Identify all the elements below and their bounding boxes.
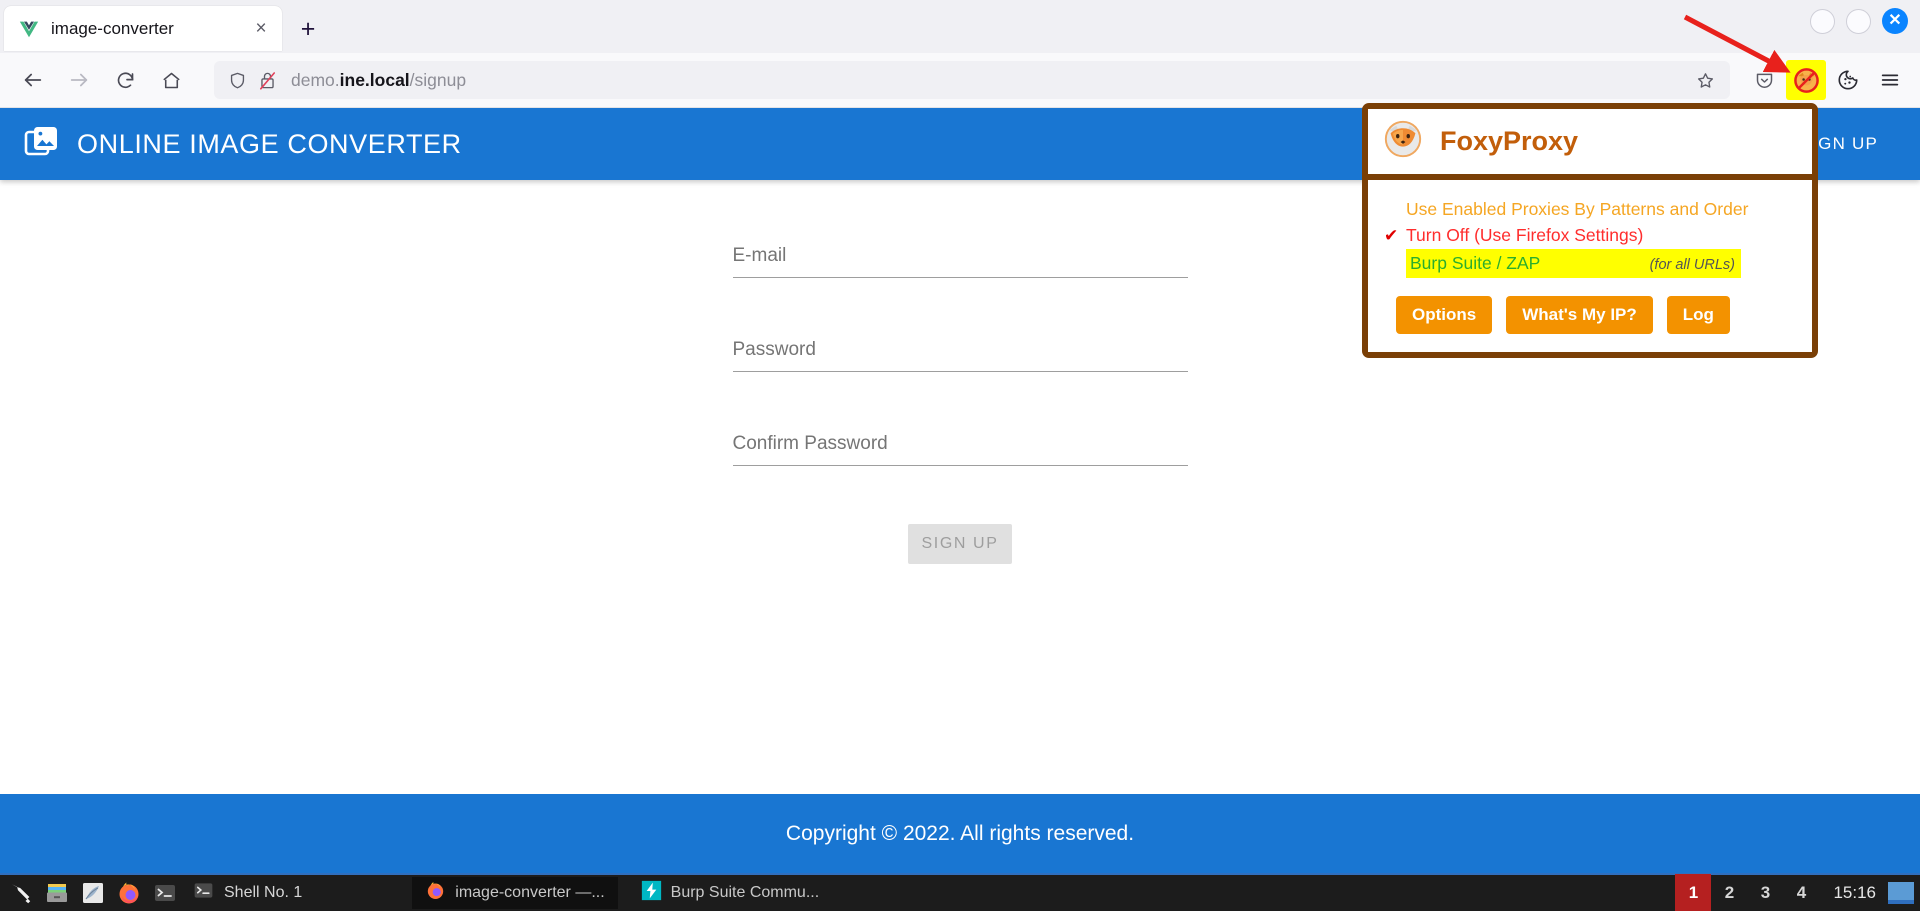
taskbar-window-label: Burp Suite Commu... (670, 884, 820, 901)
password-field-wrap (732, 336, 1188, 372)
taskbar-clock: 15:16 (1833, 883, 1876, 902)
foxyproxy-buttons: Options What's My IP? Log (1384, 296, 1796, 335)
desktop-switch-1[interactable]: 1 (1675, 874, 1712, 911)
browser-tab-title: image-converter (51, 18, 174, 38)
url-text: demo.ine.local/signup (291, 69, 467, 90)
confirm-password-field[interactable] (732, 430, 1188, 466)
back-icon[interactable] (12, 59, 54, 101)
site-brand-title: ONLINE IMAGE CONVERTER (77, 128, 462, 159)
fox-head-icon (1382, 118, 1424, 165)
taskbar-window-firefox[interactable]: image-converter —... (412, 877, 618, 909)
email-field[interactable] (732, 242, 1188, 278)
foxyproxy-log-button[interactable]: Log (1666, 296, 1730, 335)
desktop-switch-4[interactable]: 4 (1783, 874, 1819, 911)
foxyproxy-whats-my-ip-button[interactable]: What's My IP? (1506, 296, 1653, 335)
maximize-circle-icon[interactable] (1846, 8, 1871, 34)
foxyproxy-popup: FoxyProxy Use Enabled Proxies By Pattern… (1362, 103, 1818, 359)
foxyproxy-option-highlight: Burp Suite / ZAP (for all URLs) (1406, 248, 1741, 279)
foxyproxy-title: FoxyProxy (1440, 126, 1579, 156)
copyright-text: Copyright © 2022. All rights reserved. (785, 821, 1135, 845)
file-manager-icon[interactable] (44, 880, 70, 906)
foxyproxy-option-patterns[interactable]: Use Enabled Proxies By Patterns and Orde… (1384, 196, 1796, 222)
image-stack-icon (24, 124, 60, 165)
forward-icon[interactable] (58, 59, 100, 101)
bookmark-star-icon[interactable] (1688, 64, 1722, 96)
text-editor-icon[interactable] (80, 880, 106, 906)
foxyproxy-popup-body: Use Enabled Proxies By Patterns and Orde… (1368, 180, 1812, 353)
shield-icon[interactable] (228, 71, 247, 90)
foxyproxy-icon[interactable] (1786, 60, 1826, 100)
taskbar-window-burpsuite[interactable]: Burp Suite Commu... (628, 877, 833, 909)
burp-suite-icon (641, 880, 662, 906)
signup-submit-button[interactable]: SIGN UP (908, 524, 1012, 564)
checkmark-icon: ✔ (1384, 225, 1399, 245)
taskbar-window-label: image-converter —... (455, 884, 605, 901)
browser-toolbar-icons (1744, 60, 1920, 100)
desktop-switch-3[interactable]: 3 (1747, 874, 1783, 911)
foxyproxy-option-turn-off[interactable]: ✔ Turn Off (Use Firefox Settings) (1384, 222, 1796, 248)
foxyproxy-option-burp-suite[interactable]: Burp Suite / ZAP (for all URLs) (1384, 248, 1796, 279)
terminal-icon[interactable] (152, 880, 178, 906)
taskbar-shell-label: Shell No. 1 (224, 884, 303, 901)
desktop-switch-2[interactable]: 2 (1711, 874, 1747, 911)
browser-nav-toolbar: demo.ine.local/signup (0, 53, 1920, 108)
new-tab-button[interactable]: + (290, 11, 326, 47)
foxyproxy-options-button[interactable]: Options (1396, 296, 1493, 335)
show-desktop-icon[interactable] (1888, 882, 1914, 904)
home-icon[interactable] (150, 59, 192, 101)
confirm-password-field-wrap (732, 430, 1188, 466)
screen: image-converter × + ✕ demo.ine.local/sig… (0, 0, 1920, 911)
password-field[interactable] (732, 336, 1188, 372)
foxyproxy-option-label: Use Enabled Proxies By Patterns and Orde… (1406, 199, 1749, 219)
minimize-circle-icon[interactable] (1810, 8, 1835, 34)
browser-tab-strip: image-converter × + ✕ (0, 0, 1920, 53)
wrench-icon[interactable] (8, 880, 34, 906)
pocket-icon[interactable] (1744, 60, 1784, 100)
site-footer: Copyright © 2022. All rights reserved. (0, 794, 1920, 873)
taskbar-right: 1 2 3 4 15:16 (1675, 874, 1920, 911)
firefox-icon[interactable] (116, 880, 142, 906)
site-brand[interactable]: ONLINE IMAGE CONVERTER (24, 124, 462, 165)
browser-tab[interactable]: image-converter × (4, 6, 282, 51)
foxyproxy-option-note: (for all URLs) (1649, 256, 1735, 273)
taskbar-shell-entry[interactable]: Shell No. 1 (192, 879, 302, 907)
foxyproxy-popup-header: FoxyProxy (1368, 109, 1812, 180)
close-icon[interactable]: × (248, 16, 274, 42)
hamburger-menu-icon[interactable] (1870, 60, 1910, 100)
url-bar[interactable]: demo.ine.local/signup (214, 61, 1730, 99)
foxyproxy-option-label: Burp Suite / ZAP (1410, 252, 1541, 273)
firefox-icon (425, 880, 446, 906)
email-field-wrap (732, 242, 1188, 278)
window-controls: ✕ (1810, 8, 1908, 34)
cookie-icon[interactable] (1828, 60, 1868, 100)
desktop-taskbar: Shell No. 1 image-converter —... Burp Su… (0, 873, 1920, 911)
foxyproxy-option-label: Turn Off (Use Firefox Settings) (1406, 225, 1644, 246)
reload-icon[interactable] (104, 59, 146, 101)
broken-lock-icon[interactable] (258, 70, 277, 91)
vue-logo-icon (18, 18, 40, 40)
terminal-icon (192, 879, 215, 907)
taskbar-launchers (0, 880, 178, 906)
close-window-icon[interactable]: ✕ (1882, 8, 1908, 34)
